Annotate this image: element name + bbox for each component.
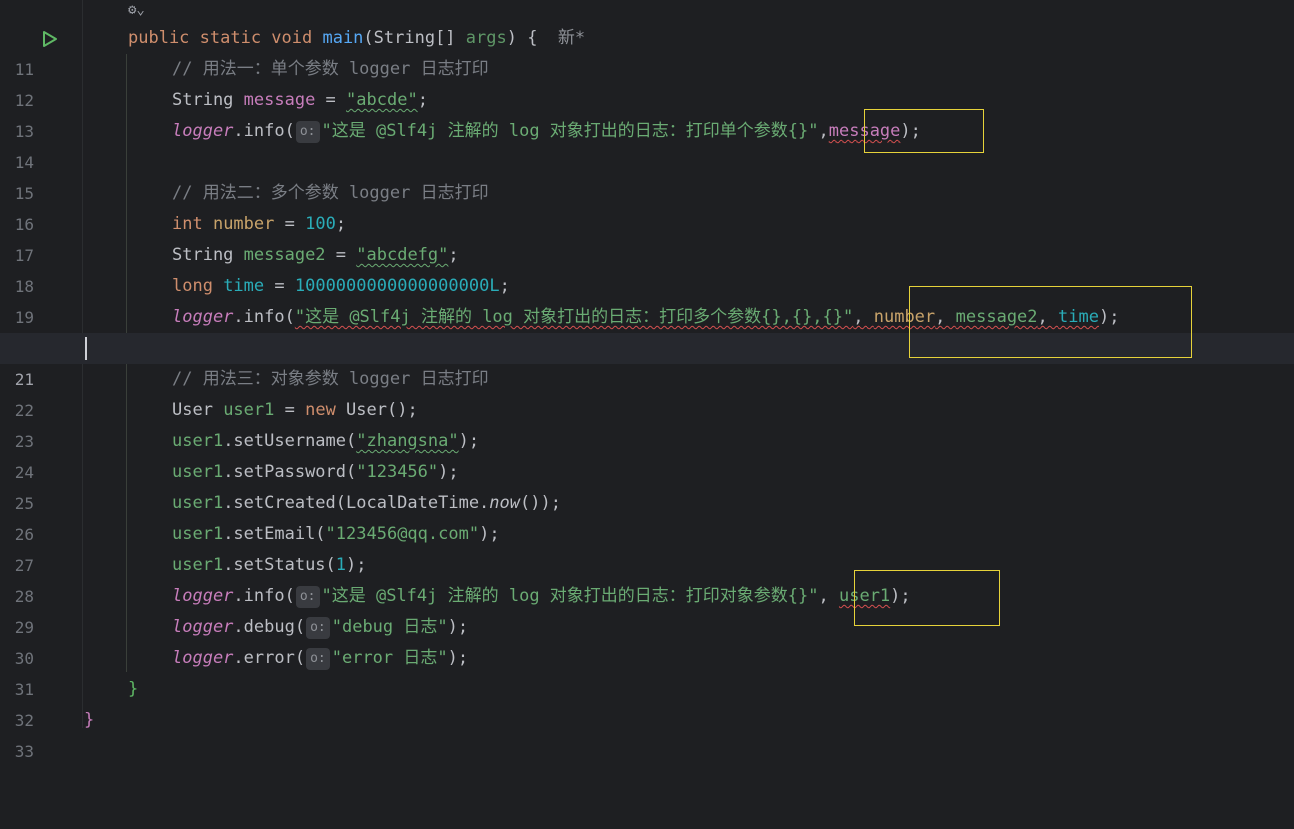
code-vision-hint-icon[interactable]: ⚙⌄: [128, 2, 145, 18]
highlight-box: [909, 286, 1192, 358]
code-line-12: 12 // 用法一：单个参数 logger 日志打印: [0, 54, 1294, 110]
run-icon[interactable]: [40, 30, 58, 48]
code-text: public static void main(String[] args) {…: [128, 28, 586, 48]
code-line-26: 26 user1.setCreated(LocalDateTime.now())…: [0, 488, 1294, 544]
code-line-22: 22 // 用法三：对象参数 logger 日志打印: [0, 364, 1294, 420]
code-line-14: 14 logger.info(o: "这是 @Slf4j 注解的 log 对象打出…: [0, 116, 1294, 172]
line-number: 33: [14, 742, 34, 761]
code-editor[interactable]: ⚙⌄ 11 public static void main(String[] a…: [0, 0, 1294, 761]
comment: // 用法三：对象参数 logger 日志打印: [172, 369, 489, 389]
text-caret: [85, 337, 87, 360]
highlight-box: [864, 109, 984, 153]
code-line-28: 28 user1.setStatus(1);: [0, 550, 1294, 606]
comment: // 用法二：多个参数 logger 日志打印: [172, 183, 489, 203]
code-line-31: 31 logger.error(o: "error 日志");: [0, 643, 1294, 699]
parameter-hint: o:: [306, 617, 330, 639]
parameter-hint: o:: [295, 586, 320, 608]
highlight-box: [854, 570, 1000, 626]
code-line-27: 27 user1.setEmail("123456@qq.com");: [0, 519, 1294, 575]
code-line-32: 32 }: [0, 674, 1294, 730]
code-line-15: 15: [0, 147, 1294, 203]
code-line-29: 29 logger.info(o: "这是 @Slf4j 注解的 log 对象打出…: [0, 581, 1294, 637]
code-line-17: 17 int number = 100;: [0, 209, 1294, 265]
code-line-13: 13 String message = "abcde";: [0, 85, 1294, 141]
code-line-24: 24 user1.setUsername("zhangsna");: [0, 426, 1294, 482]
code-line-11: 11 public static void main(String[] args…: [0, 23, 1294, 79]
parameter-hint: o:: [295, 121, 320, 143]
code-line-33: 33 }: [0, 705, 1294, 761]
code-line-16: 16 // 用法二：多个参数 logger 日志打印: [0, 178, 1294, 234]
author-inlay: 新*: [557, 28, 586, 48]
code-line-25: 25 user1.setPassword("123456");: [0, 457, 1294, 513]
code-line-23: 23 User user1 = new User();: [0, 395, 1294, 451]
code-line-18: 18 String message2 = "abcdefg";: [0, 240, 1294, 296]
comment: // 用法一：单个参数 logger 日志打印: [172, 59, 489, 79]
parameter-hint: o:: [306, 648, 330, 670]
code-line-30: 30 logger.debug(o: "debug 日志");: [0, 612, 1294, 668]
